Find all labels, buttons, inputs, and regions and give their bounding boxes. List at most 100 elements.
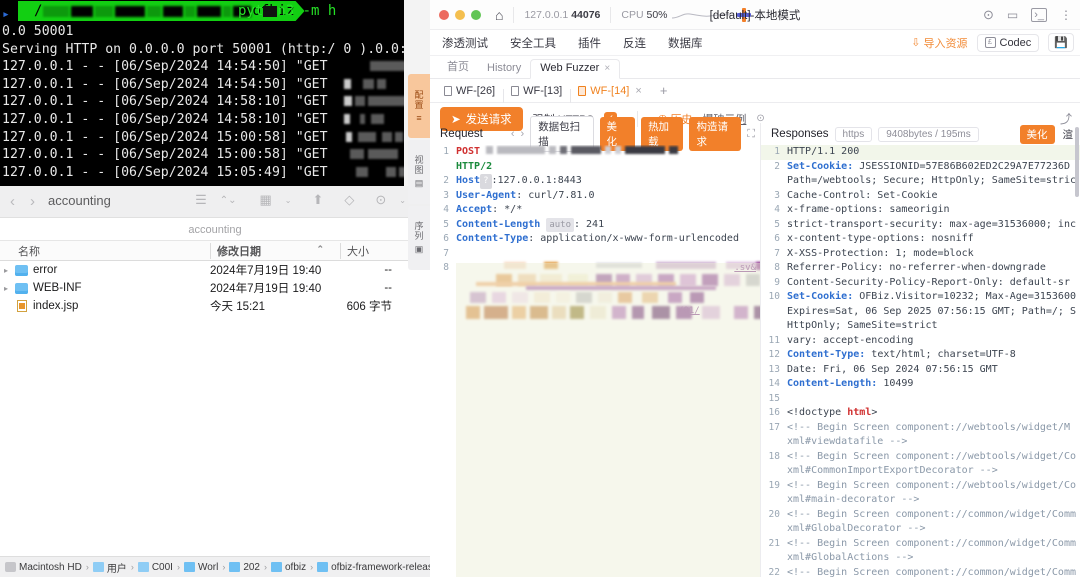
- grid-view-icon[interactable]: ▦: [259, 192, 271, 208]
- line-number: 1: [430, 145, 456, 160]
- add-fuzzer-tab-button[interactable]: +: [650, 83, 678, 98]
- screenshot-root: ▸ /ofbiz pytn3 -m h 0.0 50001 Serving HT…: [0, 0, 1080, 577]
- disclosure-icon[interactable]: ▸: [4, 266, 15, 275]
- code-line: <!-- Begin Screen component://webtools/w…: [787, 421, 1080, 436]
- finder-window[interactable]: ‹ › accounting ☰ ⌃⌄ ▦ ⌄ ⬆ ◇ ⊙ ⌄ accounti…: [0, 186, 430, 577]
- terminal-prompt-line: ▸ /ofbiz pytn3 -m h: [0, 0, 404, 22]
- code-line: POST: [456, 145, 760, 160]
- menu-icon[interactable]: ⋮: [1060, 8, 1072, 22]
- breadcrumb-item[interactable]: ofbiz-framework-release18.12.15: [317, 562, 430, 573]
- side-tab-label: 配置: [413, 90, 426, 110]
- menu-item-reverse[interactable]: 反连: [623, 35, 646, 51]
- tab-web-fuzzer[interactable]: Web Fuzzer×: [530, 59, 620, 79]
- response-code-line: 11vary: accept-encoding: [761, 334, 1080, 349]
- line-number: 9: [761, 276, 787, 291]
- code-line: User-Agent: curl/7.81.0: [456, 189, 760, 204]
- response-code-line: 12Content-Type: text/html; charset=UTF-8: [761, 348, 1080, 363]
- line-number: 6: [430, 232, 456, 247]
- code-line: Set-Cookie: OFBiz.Visitor=10232; Max-Age…: [787, 290, 1080, 305]
- code-line: [456, 247, 760, 262]
- camera-icon[interactable]: ▭: [1007, 8, 1018, 22]
- side-tab-view[interactable]: 视图 ▤: [408, 140, 430, 204]
- folder-icon: [15, 265, 28, 276]
- list-view-icon[interactable]: ☰: [195, 192, 207, 208]
- tag-icon[interactable]: ◇: [344, 192, 354, 208]
- response-code-line: 17<!-- Begin Screen component://webtools…: [761, 421, 1080, 436]
- chevron-down-icon[interactable]: ⌄: [399, 196, 406, 205]
- breadcrumb-item[interactable]: C00I: [138, 562, 173, 573]
- terminal-line: 0.0 50001: [2, 24, 73, 39]
- disclosure-icon[interactable]: ▸: [4, 284, 15, 293]
- close-icon[interactable]: [439, 10, 449, 20]
- response-editor[interactable]: 1HTTP/1.1 2002Set-Cookie: JSESSIONID=57E…: [761, 145, 1080, 577]
- response-code-line: Expires=Sat, 06 Sep 2025 07:56:15 GMT; P…: [761, 305, 1080, 320]
- close-icon[interactable]: ×: [604, 63, 610, 74]
- line-number: [761, 493, 787, 508]
- save-button[interactable]: 💾: [1048, 33, 1074, 52]
- fuzzer-tab-wf13[interactable]: WF-[13]: [503, 85, 570, 97]
- finder-column-headers: 名称 修改日期⌃ 大小: [0, 240, 430, 261]
- side-tab-sequence[interactable]: 序列 ▣: [408, 206, 430, 270]
- terminal-window[interactable]: ▸ /ofbiz pytn3 -m h 0.0 50001 Serving HT…: [0, 0, 404, 186]
- response-render-button[interactable]: 渲: [1061, 125, 1076, 144]
- side-tab-config[interactable]: 配置 ≡: [408, 74, 430, 138]
- more-icon[interactable]: ⊙: [375, 192, 386, 208]
- line-number: [761, 174, 787, 189]
- help-icon[interactable]: ⊙: [983, 7, 994, 23]
- tab-home[interactable]: 首页: [438, 56, 478, 78]
- folder-icon: [138, 562, 149, 572]
- column-header-name[interactable]: 名称: [0, 243, 210, 259]
- response-code-line: 3Cache-Control: Set-Cookie: [761, 189, 1080, 204]
- menu-item-security-tools[interactable]: 安全工具: [510, 35, 556, 51]
- response-code-line: 18<!-- Begin Screen component://webtools…: [761, 450, 1080, 465]
- response-code-line: 10Set-Cookie: OFBiz.Visitor=10232; Max-A…: [761, 290, 1080, 305]
- fuzzer-tab-wf26[interactable]: WF-[26]: [436, 85, 503, 97]
- breadcrumb-item[interactable]: Macintosh HD: [5, 562, 82, 573]
- code-line: [787, 392, 1080, 407]
- code-line: xml#CommonImportExportDecorator -->: [787, 464, 1080, 479]
- import-resource-button[interactable]: ⇩导入资源: [911, 35, 967, 51]
- chevron-down-icon[interactable]: ⌄: [285, 196, 292, 205]
- line-number: [761, 305, 787, 320]
- window-traffic-lights[interactable]: [430, 10, 481, 20]
- code-line: Content-Type: text/html; charset=UTF-8: [787, 348, 1080, 363]
- tab-history[interactable]: History: [478, 60, 530, 78]
- response-scrollbar[interactable]: [1075, 123, 1080, 577]
- terminal-icon[interactable]: ›_: [1031, 8, 1047, 22]
- folder-icon: [93, 562, 104, 572]
- share-icon[interactable]: ⬆: [312, 192, 323, 208]
- finder-forward-button[interactable]: ›: [30, 193, 35, 210]
- scrollbar-thumb[interactable]: [1075, 127, 1079, 197]
- breadcrumb-item[interactable]: 用户: [93, 560, 127, 575]
- menu-item-pentest[interactable]: 渗透测试: [442, 35, 488, 51]
- line-number: 18: [761, 450, 787, 465]
- table-row[interactable]: index.jsp 今天 15:21 606 字节: [0, 297, 430, 315]
- expand-icon[interactable]: ⛶: [747, 128, 755, 141]
- code-line: HTTP/2: [456, 160, 760, 175]
- home-icon[interactable]: ⌂: [495, 7, 503, 23]
- maximize-icon[interactable]: [471, 10, 481, 20]
- codec-button[interactable]: £Codec: [977, 34, 1040, 52]
- breadcrumb-item[interactable]: Worl: [184, 562, 218, 573]
- close-icon[interactable]: ×: [635, 85, 641, 97]
- table-row[interactable]: ▸WEB-INF 2024年7月19日 19:40 --: [0, 279, 430, 297]
- breadcrumb-item[interactable]: ofbiz: [271, 562, 306, 573]
- request-editor[interactable]: 1POST HTTP/2 2Host?:127.0.0.1:8443 3User…: [430, 145, 760, 577]
- response-beautify-button[interactable]: 美化: [1020, 125, 1055, 144]
- line-number: 10: [761, 290, 787, 305]
- menu-item-database[interactable]: 数据库: [668, 35, 703, 51]
- finder-back-button[interactable]: ‹: [10, 193, 15, 210]
- next-request-button[interactable]: ›: [521, 128, 525, 140]
- sort-icon[interactable]: ⌃⌄: [220, 195, 237, 206]
- minimize-icon[interactable]: [455, 10, 465, 20]
- prev-request-button[interactable]: ‹: [511, 128, 515, 140]
- column-header-date[interactable]: 修改日期⌃: [210, 243, 340, 259]
- breadcrumb-sep: ›: [177, 562, 180, 572]
- table-row[interactable]: ▸error 2024年7月19日 19:40 --: [0, 261, 430, 279]
- menubar-actions: ⇩导入资源 £Codec 💾: [911, 33, 1080, 52]
- code-line: strict-transport-security: max-age=31536…: [787, 218, 1080, 233]
- fuzzer-tab-wf14[interactable]: WF-[14]×: [570, 85, 650, 97]
- menu-item-plugins[interactable]: 插件: [578, 35, 601, 51]
- line-number: 2: [761, 160, 787, 175]
- breadcrumb-item[interactable]: 202: [229, 562, 260, 573]
